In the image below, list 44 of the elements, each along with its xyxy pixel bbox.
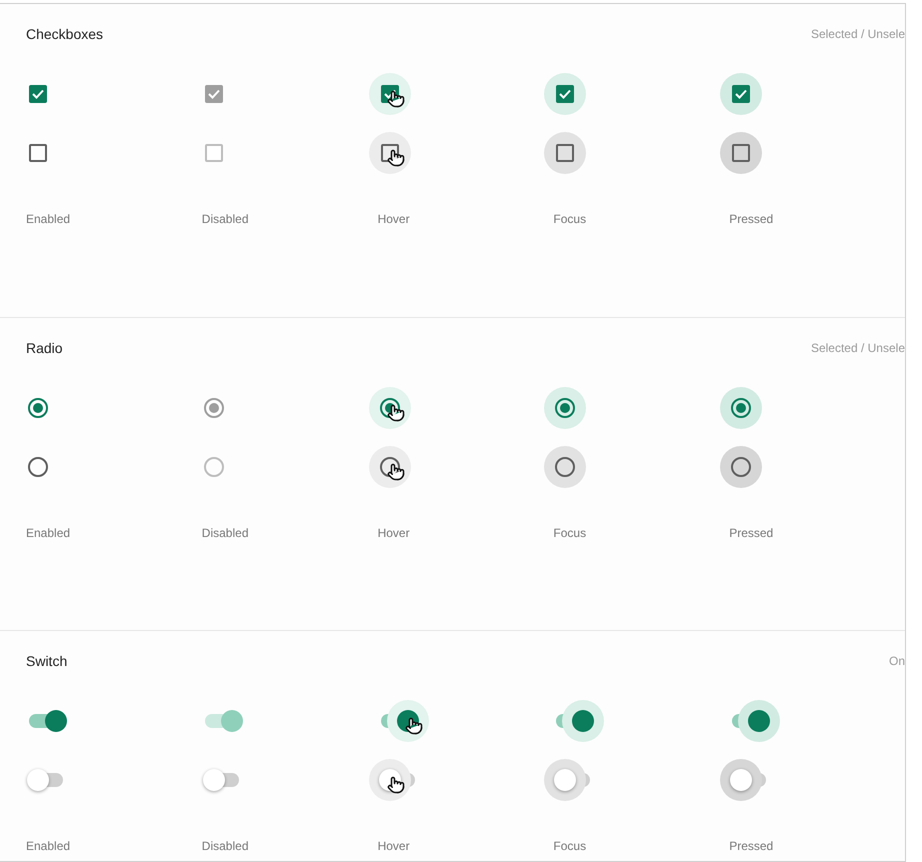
radio-button[interactable]	[544, 387, 586, 429]
radio-button[interactable]	[720, 446, 762, 488]
state-label: Hover	[378, 211, 410, 228]
legend-text: On	[888, 653, 905, 670]
checkbox[interactable]	[544, 73, 586, 115]
check-icon	[735, 89, 748, 99]
radio-button[interactable]	[544, 446, 586, 488]
state-label: Hover	[378, 525, 410, 542]
state-label: Hover	[378, 838, 410, 855]
state-label: Focus	[553, 211, 586, 228]
section-title: Switch	[26, 652, 68, 670]
check-icon	[559, 89, 572, 99]
radio-button[interactable]	[368, 387, 411, 429]
hand-pointer-icon	[386, 463, 405, 481]
checkbox[interactable]	[368, 73, 411, 115]
checkbox[interactable]	[720, 73, 762, 115]
state-label: Focus	[553, 525, 586, 542]
check-icon	[384, 89, 396, 99]
state-label: Enabled	[26, 838, 70, 855]
state-label: Pressed	[729, 838, 774, 855]
section-title: Checkboxes	[26, 24, 104, 44]
state-label: Pressed	[729, 211, 774, 228]
legend-text: Selected / Unsele	[810, 26, 905, 43]
state-label: Enabled	[26, 211, 70, 228]
hand-pointer-icon	[386, 776, 405, 794]
checkbox[interactable]	[720, 132, 762, 174]
check-icon	[208, 89, 220, 99]
checkbox[interactable]	[544, 132, 586, 174]
state-label: Focus	[553, 838, 586, 855]
section-title: Radio	[26, 338, 63, 358]
checkbox[interactable]	[368, 132, 411, 174]
legend-text: Selected / Unsele	[810, 340, 905, 357]
radio-button[interactable]	[720, 387, 762, 429]
state-label: Disabled	[202, 838, 248, 855]
state-label: Disabled	[202, 525, 248, 542]
hand-pointer-icon	[404, 717, 423, 735]
hand-pointer-icon	[386, 90, 405, 108]
hand-pointer-icon	[386, 149, 405, 167]
state-label: Disabled	[202, 211, 248, 228]
state-label: Pressed	[729, 525, 774, 542]
hand-pointer-icon	[386, 404, 405, 422]
state-label: Enabled	[26, 525, 70, 542]
check-icon	[32, 89, 44, 99]
radio-button[interactable]	[368, 446, 411, 488]
